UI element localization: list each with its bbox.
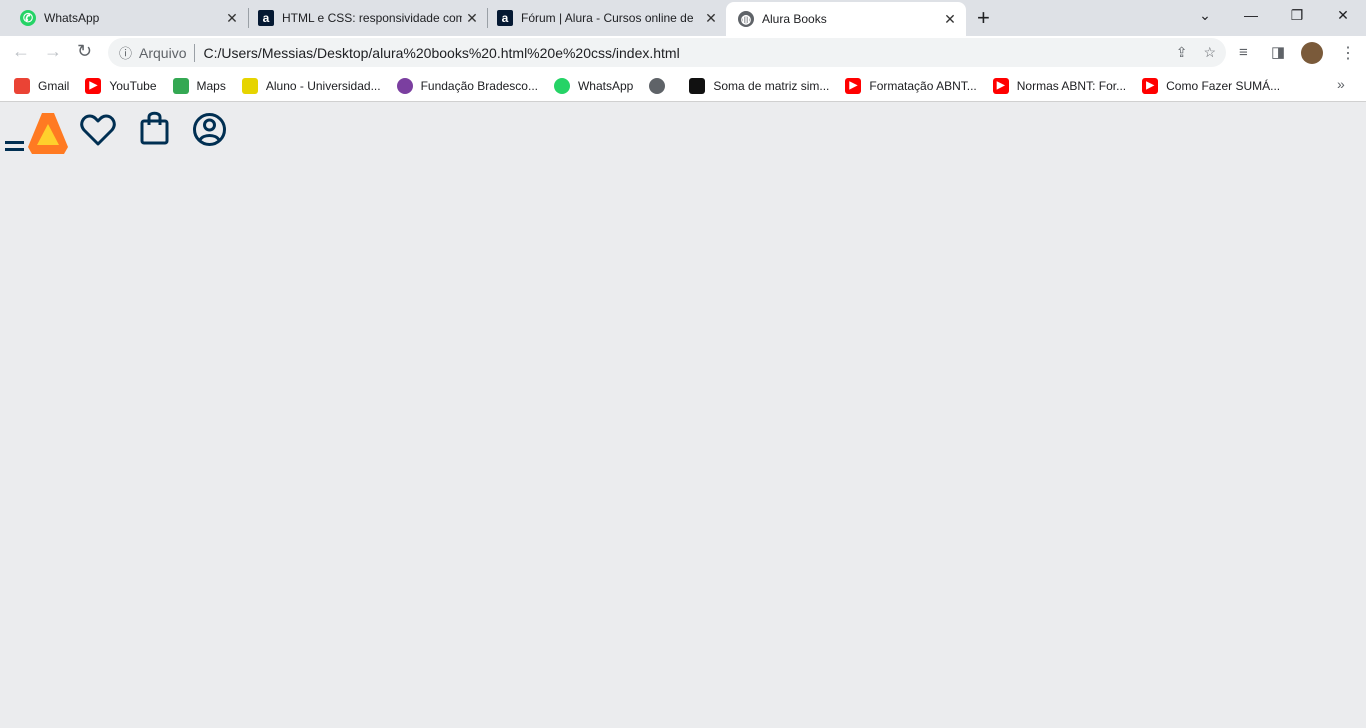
site-icon (689, 77, 706, 94)
minimize-button[interactable]: — (1228, 0, 1274, 30)
youtube-icon: ▶ (85, 77, 102, 94)
user-icon[interactable] (192, 112, 227, 147)
tab-title: Alura Books (762, 12, 827, 26)
youtube-icon: ▶ (992, 77, 1009, 94)
gmail-icon (14, 77, 30, 94)
bookmark-label: Como Fazer SUMÁ... (1166, 78, 1281, 93)
share-icon[interactable]: ⇪ (1176, 44, 1188, 61)
globe-icon (649, 77, 666, 94)
bookmark-label: WhatsApp (577, 78, 634, 93)
browser-toolbar: ← → ↻ ⓘ Arquivo C:/Users/Messias/Desktop… (0, 36, 1366, 70)
bookmark-label: Soma de matriz sim... (713, 78, 830, 93)
bookmark-item[interactable]: Soma de matriz sim... (689, 77, 830, 94)
globe-icon: ◍ (738, 11, 754, 27)
bradesco-icon (396, 77, 413, 94)
side-panel-icon[interactable]: ◨ (1271, 43, 1285, 61)
menu-kebab-icon[interactable]: ⋮ (1340, 43, 1356, 63)
youtube-icon: ▶ (845, 77, 862, 94)
bookmarks-bar: Gmail ▶ YouTube Maps Aluno - Universidad... F… (0, 70, 1366, 102)
bookmark-label: Normas ABNT: For... (1016, 78, 1127, 93)
tab-whatsapp[interactable]: ✆ WhatsApp ✕ (0, 0, 248, 36)
back-button[interactable]: ← (12, 41, 30, 62)
info-icon[interactable]: ⓘ (119, 43, 132, 62)
page-content (0, 102, 1366, 728)
star-icon[interactable]: ☆ (1203, 44, 1216, 61)
address-bar[interactable]: ⓘ Arquivo C:/Users/Messias/Desktop/alura… (108, 38, 1226, 67)
tab-search-button[interactable]: ⌄ (1182, 0, 1228, 30)
whatsapp-icon (553, 77, 570, 94)
shopping-bag-icon[interactable] (140, 111, 170, 145)
reload-button[interactable]: ↻ (77, 41, 92, 62)
more-bookmarks-icon[interactable]: » (1337, 76, 1345, 92)
bookmark-item[interactable]: Gmail (14, 77, 70, 94)
restore-button[interactable]: ❐ (1274, 0, 1320, 30)
reading-list-icon[interactable]: ≡ (1239, 44, 1248, 61)
tab-bar: ✆ WhatsApp ✕ a HTML e CSS: responsividad… (0, 0, 1366, 36)
alura-icon: a (258, 10, 274, 26)
url-text[interactable]: C:/Users/Messias/Desktop/alura%20books%2… (203, 45, 679, 61)
bookmark-item[interactable]: ▶ Formatação ABNT... (845, 77, 977, 94)
tab-title: HTML e CSS: responsividade com (282, 11, 462, 25)
tab-alura-books[interactable]: ◍ Alura Books ✕ (726, 2, 966, 36)
bookmark-item[interactable] (649, 77, 673, 94)
maps-icon (172, 77, 189, 94)
tab-title: WhatsApp (44, 11, 100, 25)
alura-icon: a (497, 10, 513, 26)
youtube-icon: ▶ (1142, 77, 1159, 94)
tab-title: Fórum | Alura - Cursos online de (521, 11, 694, 25)
scheme-label: Arquivo (139, 44, 187, 61)
bookmark-item[interactable]: ▶ Como Fazer SUMÁ... (1142, 77, 1281, 94)
forward-button[interactable]: → (44, 41, 62, 62)
heart-icon[interactable] (80, 113, 116, 147)
bookmark-label: Formatação ABNT... (869, 78, 977, 93)
divider (194, 43, 196, 62)
bookmark-item[interactable]: Fundação Bradesco... (396, 77, 538, 94)
bookmark-label: Gmail (38, 78, 70, 93)
whatsapp-icon: ✆ (20, 10, 36, 26)
tab-forum[interactable]: a Fórum | Alura - Cursos online de ✕ (477, 0, 727, 36)
bookmark-label: Aluno - Universidad... (265, 78, 381, 93)
menu-icon[interactable] (5, 139, 25, 153)
close-window-button[interactable]: ✕ (1320, 0, 1366, 30)
bookmark-label: Fundação Bradesco... (420, 78, 538, 93)
tab-html-css[interactable]: a HTML e CSS: responsividade com ✕ (238, 0, 488, 36)
close-icon[interactable]: ✕ (701, 10, 721, 27)
close-icon[interactable]: ✕ (940, 11, 960, 28)
bookmark-label: YouTube (109, 78, 157, 93)
bookmark-item[interactable]: ▶ Normas ABNT: For... (992, 77, 1127, 94)
bookmark-item[interactable]: Aluno - Universidad... (241, 77, 381, 94)
bookmark-label: Maps (196, 78, 226, 93)
alura-logo[interactable] (28, 113, 68, 154)
profile-avatar[interactable] (1301, 42, 1323, 64)
bookmark-item[interactable]: WhatsApp (553, 77, 634, 94)
new-tab-button[interactable]: + (977, 5, 990, 31)
bookmark-item[interactable]: ▶ YouTube (85, 77, 157, 94)
university-icon (241, 77, 258, 94)
bookmark-item[interactable]: Maps (172, 77, 226, 94)
